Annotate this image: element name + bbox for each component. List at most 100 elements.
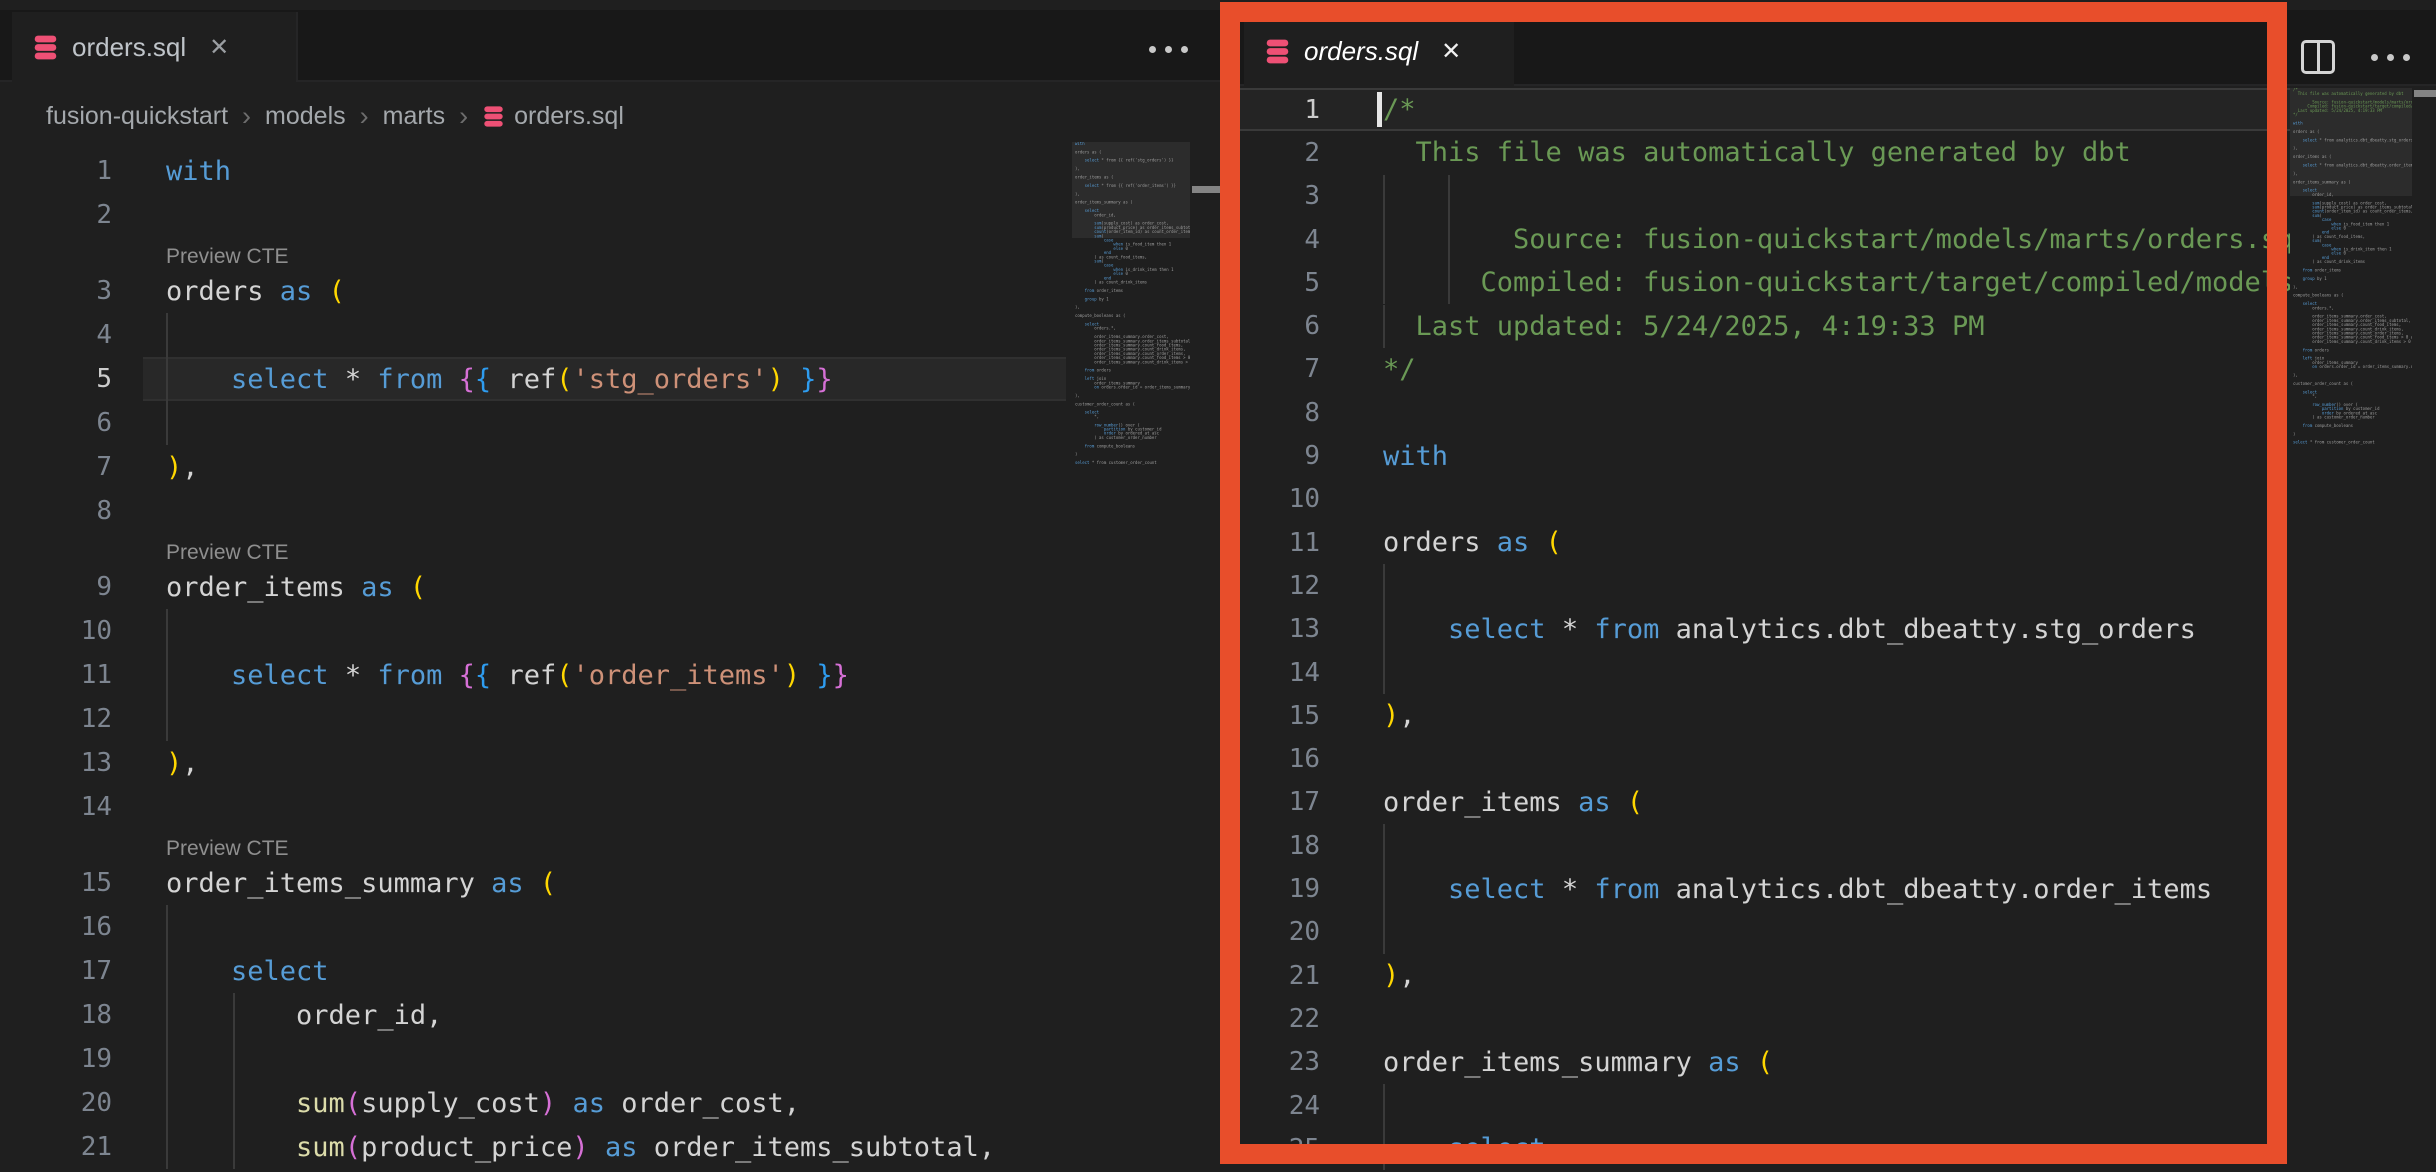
code-line[interactable]: 16 xyxy=(0,905,1066,949)
code-line[interactable]: 14 xyxy=(0,785,1066,829)
minimap-line: select * from customer_order_count xyxy=(2293,441,2412,445)
line-number: 17 xyxy=(1228,781,1320,824)
code-line[interactable]: 14 xyxy=(1228,651,2290,694)
codelens-preview-cte[interactable]: Preview CTE xyxy=(166,237,289,269)
indent-guide xyxy=(1448,175,1450,218)
line-number: 2 xyxy=(0,193,112,237)
line-number: 13 xyxy=(0,741,112,785)
code-line[interactable]: 12 xyxy=(1228,564,2290,607)
more-actions-icon[interactable] xyxy=(2371,54,2410,61)
code-line[interactable]: 9order_items as ( xyxy=(0,565,1066,609)
line-number: 10 xyxy=(1228,478,1320,521)
code-line[interactable]: 4 Source: fusion-quickstart/models/marts… xyxy=(1228,218,2290,261)
codelens-preview-cte[interactable]: Preview CTE xyxy=(166,533,289,565)
minimap-line: This file was automatically generated by… xyxy=(2293,92,2412,96)
line-number: 18 xyxy=(1228,824,1320,867)
minimap-line: order_items_summary.count_drink_items > … xyxy=(2293,340,2412,344)
code-line[interactable]: 3 xyxy=(1228,175,2290,218)
code-line[interactable]: 6 Last updated: 5/24/2025, 4:19:33 PM xyxy=(1228,305,2290,348)
code-line[interactable]: 21), xyxy=(1228,954,2290,997)
indent-guide xyxy=(1383,651,1385,694)
indent-guide xyxy=(166,697,168,741)
line-number: 6 xyxy=(0,401,112,445)
code-line[interactable]: 2 This file was automatically generated … xyxy=(1228,131,2290,174)
split-editor-icon[interactable] xyxy=(2301,40,2335,74)
code-line[interactable]: 13 select * from analytics.dbt_dbeatty.s… xyxy=(1228,608,2290,651)
code-line[interactable]: 15), xyxy=(1228,694,2290,737)
line-number: 1 xyxy=(1228,88,1320,131)
code-line[interactable]: 6 xyxy=(0,401,1066,445)
code-line[interactable]: 11orders as ( xyxy=(1228,521,2290,564)
line-number: 11 xyxy=(1228,521,1320,564)
line-number: 19 xyxy=(1228,867,1320,910)
code-line[interactable]: 10 xyxy=(1228,478,2290,521)
line-number: 20 xyxy=(0,1081,112,1125)
overview-ruler[interactable] xyxy=(1190,88,1226,1172)
code-line[interactable]: 1/* xyxy=(1228,88,2290,131)
code-line[interactable]: 7), xyxy=(0,445,1066,489)
minimap[interactable]: withorders as ( select * from {{ ref('st… xyxy=(1072,142,1190,1162)
code-line[interactable]: 18 order_id, xyxy=(0,993,1066,1037)
indent-guide xyxy=(166,313,168,357)
line-number: 15 xyxy=(1228,694,1320,737)
code-line[interactable]: 9with xyxy=(1228,434,2290,477)
code-line[interactable]: 8 xyxy=(0,489,1066,533)
code-line[interactable]: 7*/ xyxy=(1228,348,2290,391)
line-number: 21 xyxy=(1228,954,1320,997)
code-line[interactable]: 18 xyxy=(1228,824,2290,867)
code-line[interactable]: 5 select * from {{ ref('stg_orders') }} xyxy=(0,357,1066,401)
line-number: 5 xyxy=(1228,261,1320,304)
code-line[interactable]: 24 xyxy=(1228,1084,2290,1127)
code-line[interactable]: 10 xyxy=(0,609,1066,653)
line-number: 10 xyxy=(0,609,112,653)
code-line[interactable]: 16 xyxy=(1228,738,2290,781)
code-line[interactable]: 20 sum(supply_cost) as order_cost, xyxy=(0,1081,1066,1125)
code-line[interactable]: 11 select * from {{ ref('order_items') }… xyxy=(0,653,1066,697)
code-editor-source[interactable]: 1with2Preview CTE3orders as (45 select *… xyxy=(0,0,1066,1172)
code-line[interactable]: 21 sum(product_price) as order_items_sub… xyxy=(0,1125,1066,1169)
code-line[interactable]: 25 select xyxy=(1228,1127,2290,1170)
code-line[interactable]: 4 xyxy=(0,313,1066,357)
codelens-preview-cte[interactable]: Preview CTE xyxy=(166,829,289,861)
line-number: 7 xyxy=(0,445,112,489)
overview-ruler[interactable] xyxy=(2412,88,2436,1172)
line-number: 22 xyxy=(1228,997,1320,1040)
line-number: 12 xyxy=(0,697,112,741)
minimap-line: select * from analytics.dbt_dbeatty.orde… xyxy=(2293,164,2412,168)
code-line[interactable]: 12 xyxy=(0,697,1066,741)
more-actions-icon[interactable] xyxy=(1149,46,1188,53)
indent-guide xyxy=(1383,175,1385,218)
code-line[interactable]: 2 xyxy=(0,193,1066,237)
line-number: 14 xyxy=(0,785,112,829)
minimap[interactable]: /* This file was automatically generated… xyxy=(2290,88,2412,1162)
line-number: 2 xyxy=(1228,131,1320,174)
code-line[interactable]: 17 select xyxy=(0,949,1066,993)
line-number: 3 xyxy=(0,269,112,313)
line-number: 18 xyxy=(0,993,112,1037)
line-number: 12 xyxy=(1228,564,1320,607)
code-line[interactable]: 22 xyxy=(1228,997,2290,1040)
code-line[interactable]: 1with xyxy=(0,149,1066,193)
code-line[interactable]: 8 xyxy=(1228,391,2290,434)
line-number: 16 xyxy=(1228,738,1320,781)
overview-cursor-mark xyxy=(1192,186,1220,193)
line-number: 17 xyxy=(0,949,112,993)
code-editor-compiled[interactable]: 1/*2 This file was automatically generat… xyxy=(1228,0,2290,1172)
line-number: 9 xyxy=(1228,434,1320,477)
line-number: 13 xyxy=(1228,608,1320,651)
indent-guide xyxy=(1383,824,1385,867)
code-line[interactable]: 3orders as ( xyxy=(0,269,1066,313)
line-number: 4 xyxy=(1228,218,1320,261)
code-line[interactable]: 5 Compiled: fusion-quickstart/target/com… xyxy=(1228,261,2290,304)
line-number: 7 xyxy=(1228,348,1320,391)
code-line[interactable]: 15order_items_summary as ( xyxy=(0,861,1066,905)
code-line[interactable]: 17order_items as ( xyxy=(1228,781,2290,824)
code-line[interactable]: 23order_items_summary as ( xyxy=(1228,1041,2290,1084)
line-number: 24 xyxy=(1228,1084,1320,1127)
code-line[interactable]: 20 xyxy=(1228,911,2290,954)
editor-group-compiled: orders.sql ✕ 1/*2 This file was automati… xyxy=(1228,0,2436,1172)
code-line[interactable]: 19 select * from analytics.dbt_dbeatty.o… xyxy=(1228,867,2290,910)
code-line[interactable]: 13), xyxy=(0,741,1066,785)
minimap-line: on orders.order_id = order_items_summary… xyxy=(2293,365,2412,369)
code-line[interactable]: 19 xyxy=(0,1037,1066,1081)
